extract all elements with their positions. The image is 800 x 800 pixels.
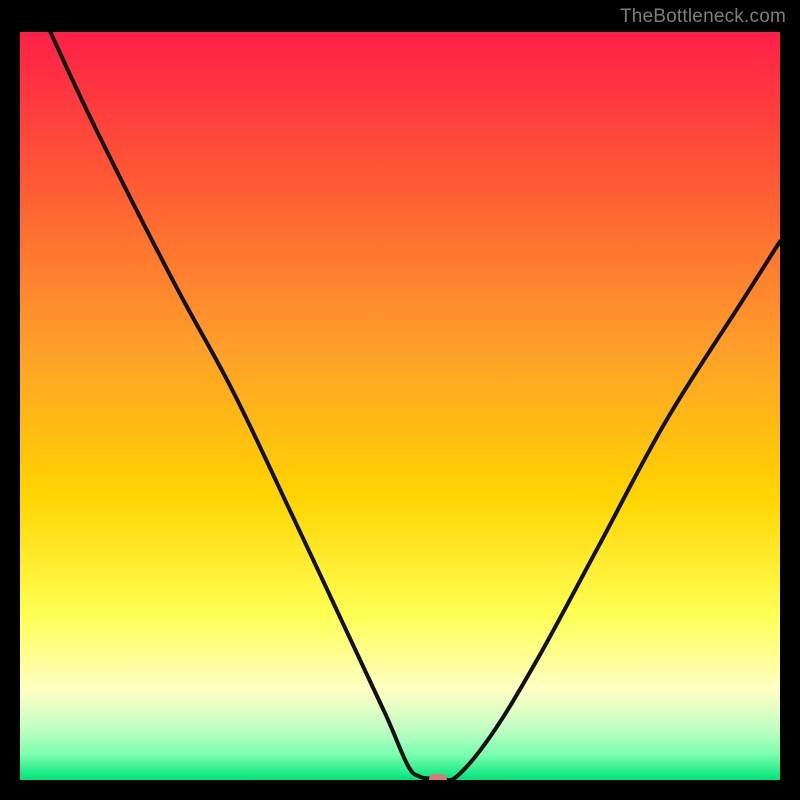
bottleneck-curve bbox=[20, 32, 780, 780]
plot-area bbox=[20, 32, 780, 780]
watermark-text: TheBottleneck.com bbox=[620, 6, 786, 28]
chart-frame: TheBottleneck.com bbox=[0, 0, 800, 800]
minimum-marker bbox=[429, 774, 447, 781]
